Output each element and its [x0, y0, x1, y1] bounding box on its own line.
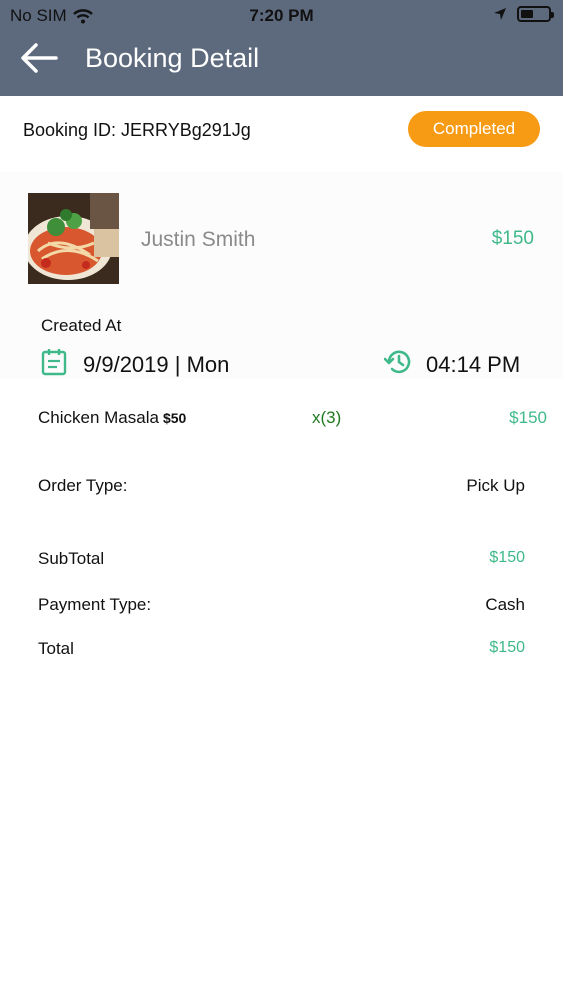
created-time: 04:14 PM	[426, 352, 521, 377]
history-clock-icon	[384, 350, 411, 374]
customer-name: Justin Smith	[141, 228, 256, 251]
subtotal-label: SubTotal	[38, 549, 105, 568]
subtotal-value: $150	[489, 549, 525, 566]
status-right	[493, 6, 554, 22]
page-title: Booking Detail	[85, 43, 260, 73]
booking-card: Justin Smith $150 Created At 9/9/2019 | …	[0, 172, 563, 378]
status-bar: No SIM 7:20 PM	[0, 0, 563, 32]
order-type-label: Order Type:	[38, 476, 128, 495]
item-quantity: x(3)	[312, 408, 342, 427]
battery-icon	[517, 6, 554, 22]
food-image	[28, 193, 119, 284]
item-name: Chicken Masala	[38, 408, 159, 427]
location-arrow-icon	[494, 8, 506, 20]
total-value: $150	[489, 639, 525, 656]
booking-id: Booking ID: JERRYBg291Jg	[23, 120, 251, 140]
item-total: $150	[509, 408, 547, 427]
item-name-group: Chicken Masala $50	[38, 408, 186, 428]
payment-type-value: Cash	[485, 595, 525, 614]
status-badge: Completed	[408, 111, 540, 147]
booking-id-row: Booking ID: JERRYBg291Jg Completed	[0, 96, 563, 166]
payment-type-label: Payment Type:	[38, 595, 152, 614]
app-header: No SIM 7:20 PM Booking Detail	[0, 0, 563, 96]
order-type-value: Pick Up	[466, 476, 525, 495]
created-at-label: Created At	[41, 316, 122, 335]
created-date: 9/9/2019 | Mon	[83, 352, 230, 377]
clock-time: 7:20 PM	[249, 6, 314, 25]
booking-price: $150	[491, 228, 534, 249]
total-label: Total	[38, 639, 74, 658]
food-thumbnail	[28, 193, 119, 284]
back-arrow-icon[interactable]	[20, 40, 60, 76]
item-unit-price: $50	[162, 410, 187, 426]
calendar-icon	[41, 349, 67, 376]
